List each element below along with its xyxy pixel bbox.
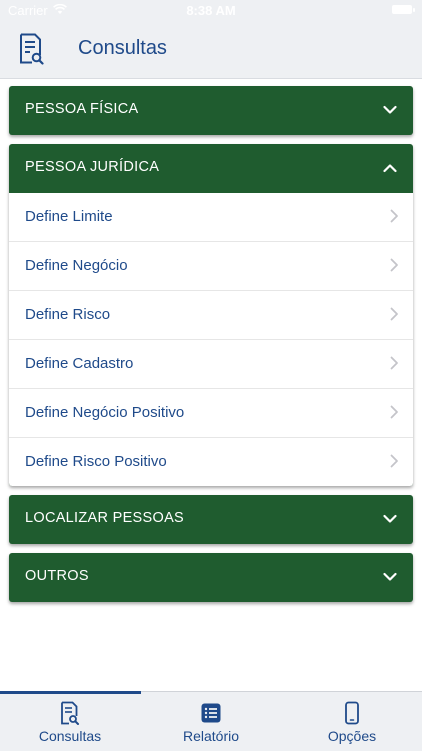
chevron-right-icon	[390, 307, 398, 321]
section-label: PESSOA FÍSICA	[25, 101, 139, 117]
list-item-define-negocio[interactable]: Define Negócio	[9, 241, 413, 290]
list-item-define-negocio-positivo[interactable]: Define Negócio Positivo	[9, 388, 413, 437]
section-label: PESSOA JURÍDICA	[25, 159, 160, 175]
document-search-icon	[20, 33, 44, 65]
section-label: LOCALIZAR PESSOAS	[25, 510, 185, 526]
section-outros: OUTROS	[9, 553, 413, 602]
navigation-bar: Consultas	[0, 22, 422, 79]
chevron-down-icon	[383, 572, 397, 581]
section-header-pessoa-juridica[interactable]: PESSOA JURÍDICA	[9, 144, 413, 193]
list-item-label: Define Cadastro	[25, 355, 134, 372]
section-header-outros[interactable]: OUTROS	[9, 553, 413, 602]
list-item-label: Define Risco	[25, 306, 111, 323]
phone-icon	[345, 701, 359, 725]
section-localizar-pessoas: LOCALIZAR PESSOAS	[9, 495, 413, 544]
chevron-right-icon	[390, 454, 398, 468]
chevron-right-icon	[390, 209, 398, 223]
section-panel: Define Limite Define Negócio Define Risc…	[9, 193, 413, 486]
document-search-icon	[61, 701, 79, 725]
content-area: PESSOA FÍSICA PESSOA JURÍDICA Define Lim…	[0, 79, 422, 691]
tab-label: Consultas	[38, 728, 102, 744]
clock: 8:38 AM	[186, 3, 236, 18]
list-item-define-risco-positivo[interactable]: Define Risco Positivo	[9, 437, 413, 486]
tab-label: Relatório	[182, 728, 240, 744]
tab-relatorio[interactable]: Relatório	[141, 692, 281, 751]
chevron-down-icon	[383, 514, 397, 523]
list-item-label: Define Risco Positivo	[25, 453, 167, 470]
chevron-right-icon	[390, 356, 398, 370]
chevron-right-icon	[390, 258, 398, 272]
tab-bar: Consultas Relatório Opções	[0, 691, 422, 751]
tab-opcoes[interactable]: Opções	[282, 692, 422, 751]
list-icon	[201, 703, 221, 723]
section-pessoa-juridica: PESSOA JURÍDICA Define Limite Define Neg…	[9, 144, 413, 486]
page-title: Consultas	[78, 37, 167, 59]
tab-label: Opções	[327, 728, 377, 744]
list-item-define-risco[interactable]: Define Risco	[9, 290, 413, 339]
chevron-down-icon	[383, 105, 397, 114]
section-label: OUTROS	[25, 568, 89, 584]
chevron-right-icon	[390, 405, 398, 419]
list-item-label: Define Negócio Positivo	[25, 404, 185, 421]
section-pessoa-fisica: PESSOA FÍSICA	[9, 86, 413, 135]
section-header-pessoa-fisica[interactable]: PESSOA FÍSICA	[9, 86, 413, 135]
list-item-define-cadastro[interactable]: Define Cadastro	[9, 339, 413, 388]
status-bar: Carrier 8:38 AM	[0, 0, 422, 22]
list-item-label: Define Limite	[25, 208, 113, 225]
chevron-up-icon	[383, 164, 397, 173]
tab-consultas[interactable]: Consultas	[0, 692, 140, 751]
section-header-localizar-pessoas[interactable]: LOCALIZAR PESSOAS	[9, 495, 413, 544]
battery-icon	[392, 5, 415, 14]
list-item-label: Define Negócio	[25, 257, 128, 274]
list-item-define-limite[interactable]: Define Limite	[9, 193, 413, 241]
